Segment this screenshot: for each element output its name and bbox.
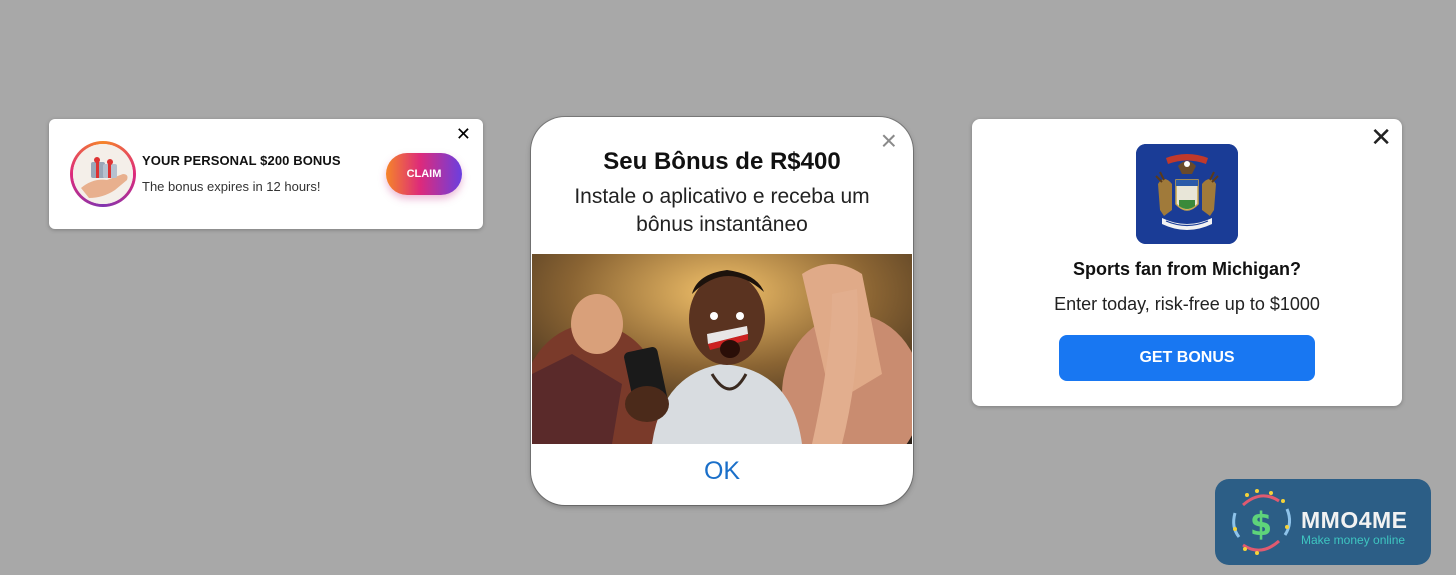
- svg-text:$: $: [1250, 505, 1272, 543]
- sports-fan-photo: [532, 254, 912, 444]
- popup-subtitle: The bonus expires in 12 hours!: [142, 179, 321, 194]
- popup-description: Instale o aplicativo e receba um bônus i…: [574, 185, 870, 236]
- popup-title: Seu Bônus de R$400: [603, 148, 841, 175]
- watermark-tagline: Make money online: [1301, 533, 1406, 547]
- michigan-bonus-popup: ✕ Sports fan from Michigan? Enter today,…: [972, 119, 1402, 406]
- brazil-bonus-popup: × Seu Bônus de R$400 Instale o aplicativ…: [531, 117, 913, 505]
- popup-title: Sports fan from Michigan?: [1072, 259, 1301, 279]
- claim-button[interactable]: CLAIM: [386, 153, 462, 195]
- ok-button[interactable]: OK: [531, 457, 913, 486]
- personal-bonus-popup: YOUR PERSONAL $200 BONUS The bonus expir…: [49, 119, 483, 229]
- popup-subtitle: Enter today, risk-free up to $1000: [1054, 294, 1320, 314]
- gift-in-hand-icon: [70, 141, 136, 207]
- get-bonus-button[interactable]: GET BONUS: [1059, 335, 1315, 381]
- close-icon[interactable]: ✕: [456, 125, 471, 143]
- popup-title: YOUR PERSONAL $200 BONUS: [142, 153, 341, 168]
- close-icon[interactable]: ✕: [1370, 123, 1392, 151]
- dollar-cycle-icon: $: [1221, 487, 1301, 559]
- mmo4me-watermark: $ MMO4ME Make money online: [1215, 479, 1431, 565]
- michigan-state-flag-icon: [1136, 144, 1238, 244]
- watermark-brand: MMO4ME: [1301, 507, 1408, 533]
